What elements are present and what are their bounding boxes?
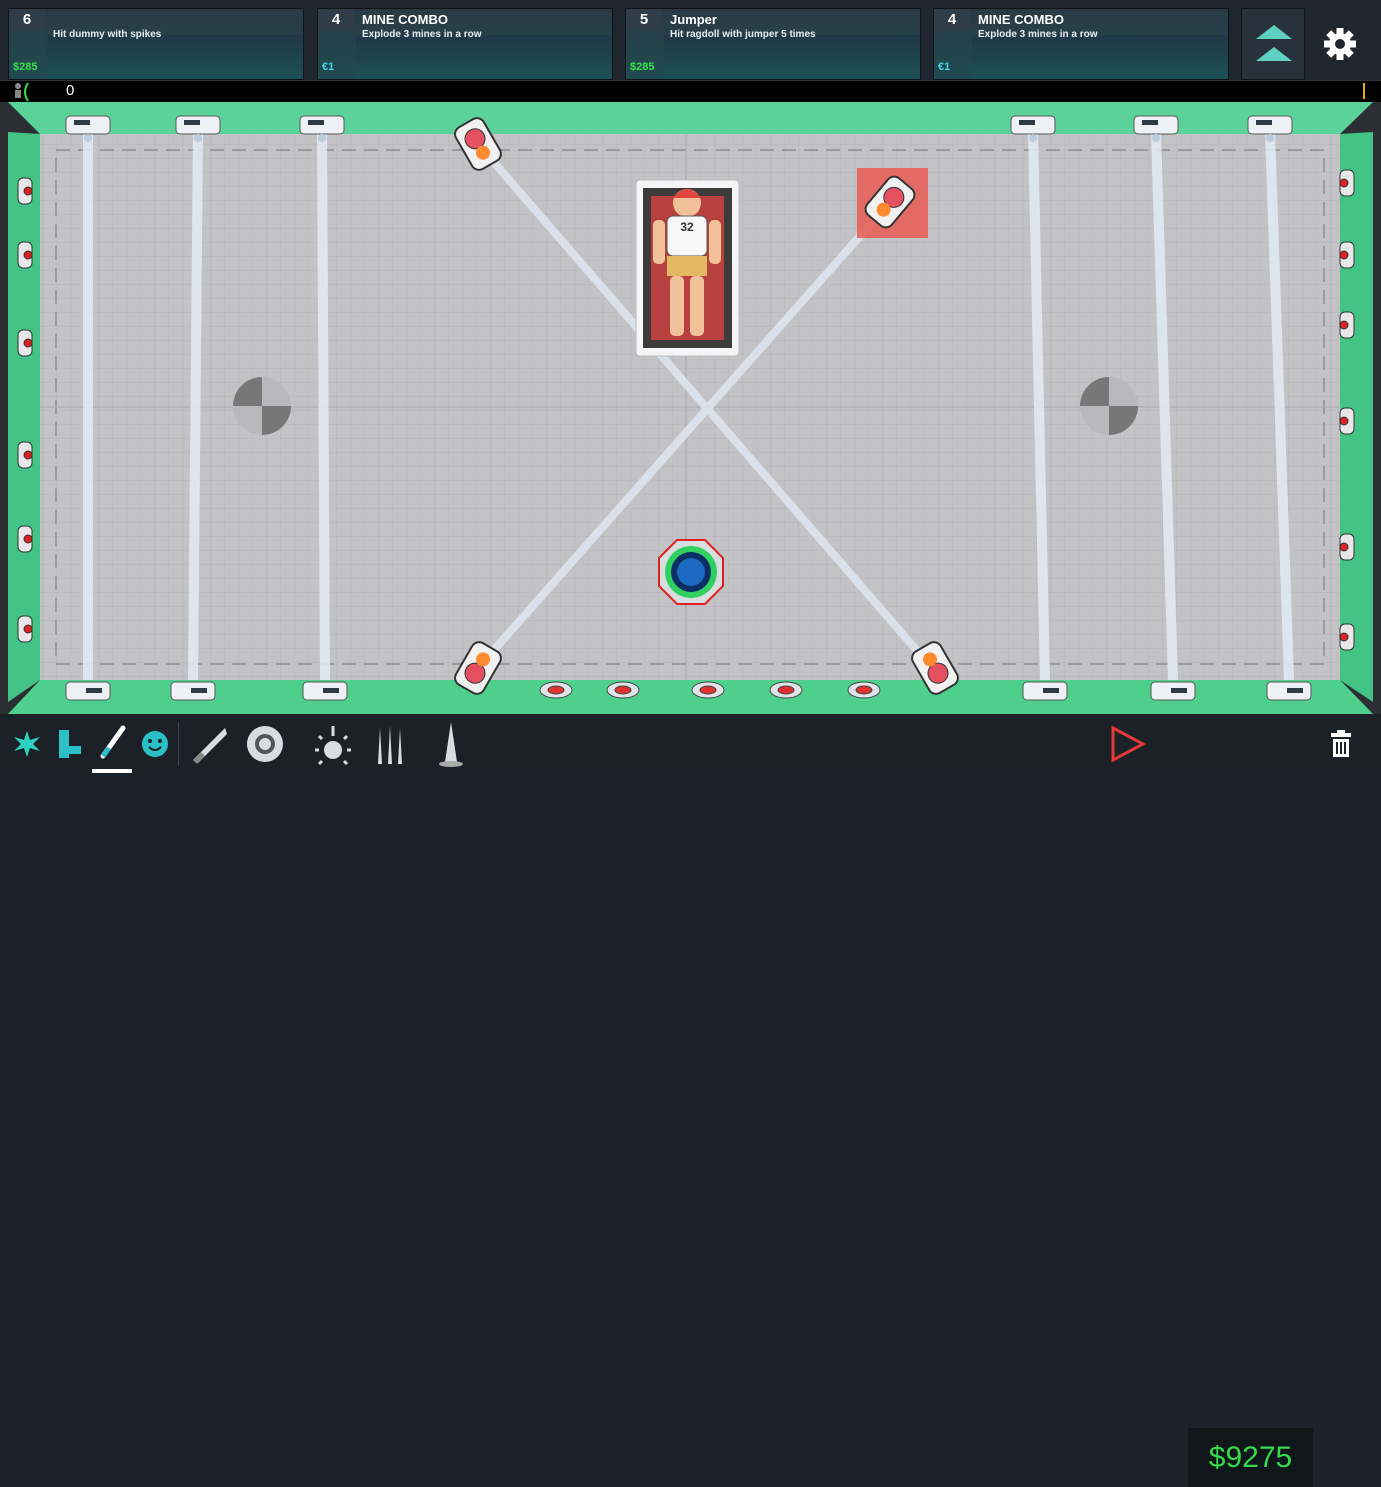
- quest-bar: 6 Hit dummy with spikes $285 4 MINE COMB…: [0, 0, 1381, 80]
- quest-count: 4: [318, 9, 354, 31]
- tool-saw-blade[interactable]: [182, 714, 236, 773]
- quest-count: 4: [934, 9, 970, 31]
- quest-description: Explode 3 mines in a row: [978, 29, 1098, 40]
- target-marker-right: [1080, 377, 1138, 435]
- blade-icon: [100, 725, 126, 758]
- score-value: 0: [66, 82, 75, 99]
- gun-icon: [59, 729, 81, 758]
- quest-progress-bg: [972, 35, 1228, 79]
- score-marker: [1363, 83, 1365, 99]
- jumper-pad: [658, 539, 724, 605]
- tool-gun[interactable]: [46, 714, 88, 773]
- person-icon: [15, 82, 29, 102]
- quest-reward: €1: [938, 61, 951, 73]
- quest-description: Hit dummy with spikes: [53, 29, 162, 40]
- quest-reward: $285: [13, 61, 38, 73]
- tool-blade-selected[interactable]: [92, 714, 132, 773]
- double-chevron-up-icon: [1256, 25, 1292, 61]
- score-bar: 0: [0, 80, 1381, 103]
- quest-reward: €1: [322, 61, 335, 73]
- play-button[interactable]: [1100, 714, 1154, 773]
- tool-spikes[interactable]: [364, 714, 416, 773]
- quest-card[interactable]: 5 Jumper Hit ragdoll with jumper 5 times…: [625, 8, 921, 80]
- toolbar-divider: [178, 722, 179, 766]
- tool-cone-spike[interactable]: [426, 714, 476, 773]
- arena-scene: [0, 102, 1381, 714]
- collapse-quests-button[interactable]: [1241, 8, 1305, 80]
- toolbar: $9275: [0, 714, 1381, 1487]
- arena[interactable]: 32: [0, 102, 1381, 714]
- quest-card[interactable]: 4 MINE COMBO Explode 3 mines in a row €1: [317, 8, 613, 80]
- quest-progress-bg: [47, 35, 303, 79]
- explosion-icon: [14, 730, 40, 757]
- cone-spike-icon: [439, 721, 463, 767]
- tool-jumper[interactable]: [308, 714, 358, 773]
- quest-reward: $285: [630, 61, 655, 73]
- quest-title: Jumper: [670, 12, 717, 27]
- delete-button[interactable]: [1316, 714, 1366, 773]
- quest-card[interactable]: 4 MINE COMBO Explode 3 mines in a row €1: [933, 8, 1229, 80]
- jumper-icon: [315, 725, 351, 765]
- quest-progress-bg: [356, 35, 612, 79]
- saw-blade-icon: [193, 727, 227, 764]
- quest-description: Hit ragdoll with jumper 5 times: [670, 29, 816, 40]
- trash-icon: [1331, 729, 1351, 757]
- play-icon: [1111, 725, 1147, 762]
- target-marker-left: [233, 377, 291, 435]
- spikes-icon: [378, 725, 402, 764]
- grinder-icon: [247, 725, 283, 762]
- quest-card[interactable]: 6 Hit dummy with spikes $285: [8, 8, 304, 80]
- tool-explosion[interactable]: [8, 714, 46, 773]
- settings-button[interactable]: [1307, 8, 1373, 80]
- dummy-jersey-number: 32: [680, 220, 694, 234]
- quest-count: 6: [9, 9, 45, 31]
- quest-progress-bg: [664, 35, 920, 79]
- quest-count: 5: [626, 9, 662, 31]
- gear-icon: [1324, 28, 1356, 60]
- quest-description: Explode 3 mines in a row: [362, 29, 482, 40]
- ragdoll-dummy-card: [635, 179, 740, 357]
- quest-title: MINE COMBO: [362, 12, 448, 27]
- tool-ragdoll[interactable]: [134, 714, 176, 773]
- money-display: $9275: [1188, 1428, 1313, 1487]
- quest-title: MINE COMBO: [978, 12, 1064, 27]
- smiley-icon: [142, 730, 168, 757]
- tool-grinder[interactable]: [238, 714, 292, 773]
